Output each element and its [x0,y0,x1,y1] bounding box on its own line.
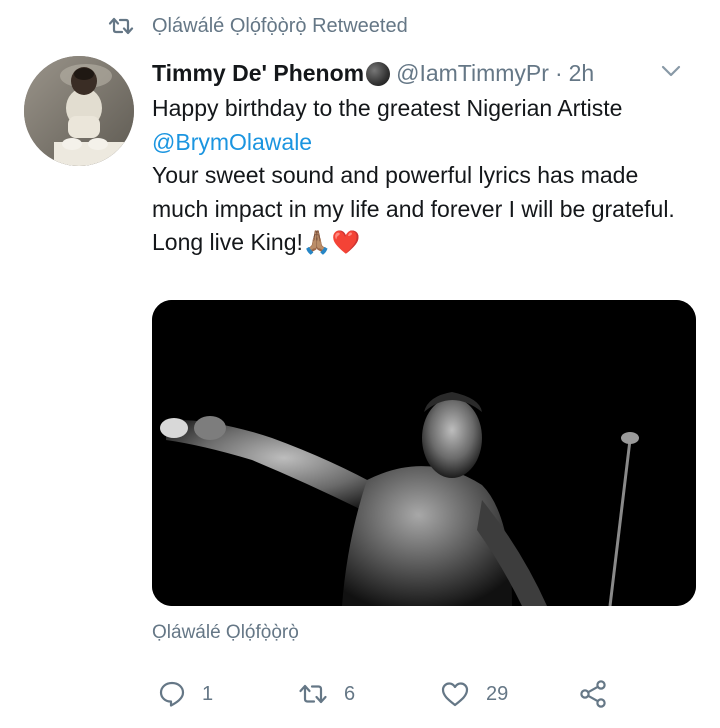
tweet-text-line: Happy birthday to the greatest Nigerian … [152,95,623,121]
tweet-actions: 1 6 29 [150,674,630,714]
retweet-icon [299,684,327,704]
avatar[interactable] [24,56,134,166]
tweet-text-line: Your sweet sound and powerful lyrics has… [152,162,675,222]
retweet-button[interactable]: 6 [298,674,355,714]
retweet-icon [108,17,134,35]
share-icon [580,680,606,708]
like-count: 29 [486,682,509,705]
chevron-down-icon[interactable] [660,64,682,78]
face-emoji-icon [366,62,391,86]
share-button[interactable] [578,674,624,714]
reply-icon [159,681,185,707]
separator-dot: · [554,59,563,86]
mention-link[interactable]: @BrymOlawale [152,129,312,155]
tweet-header: Timmy De' Phenom @IamTimmyPr · 2h [152,56,700,90]
translate-link[interactable]: Ọláwálé Ọlọ́fọ̀ọ̀rọ̀ [152,622,299,644]
like-button[interactable]: 29 [440,674,508,714]
display-name[interactable]: Timmy De' Phenom [152,60,364,87]
retweeted-by-label[interactable]: Ọláwálé Ọlọ́fọ̀ọ̀rọ̀ Retweeted [152,15,408,38]
tweet-timestamp[interactable]: 2h [569,60,595,87]
reply-button[interactable]: 1 [158,674,213,714]
tweet-photo[interactable] [152,300,696,606]
user-handle[interactable]: @IamTimmyPr [396,60,549,87]
tweet-text-line: Long live King!🙏🏽❤️ [152,229,361,255]
retweet-count: 6 [344,682,356,705]
retweet-header: Ọláwálé Ọlọ́fọ̀ọ̀rọ̀ Retweeted [108,12,408,40]
reply-count: 1 [202,682,214,705]
tweet-text: Happy birthday to the greatest Nigerian … [152,92,700,260]
heart-icon [441,682,469,707]
